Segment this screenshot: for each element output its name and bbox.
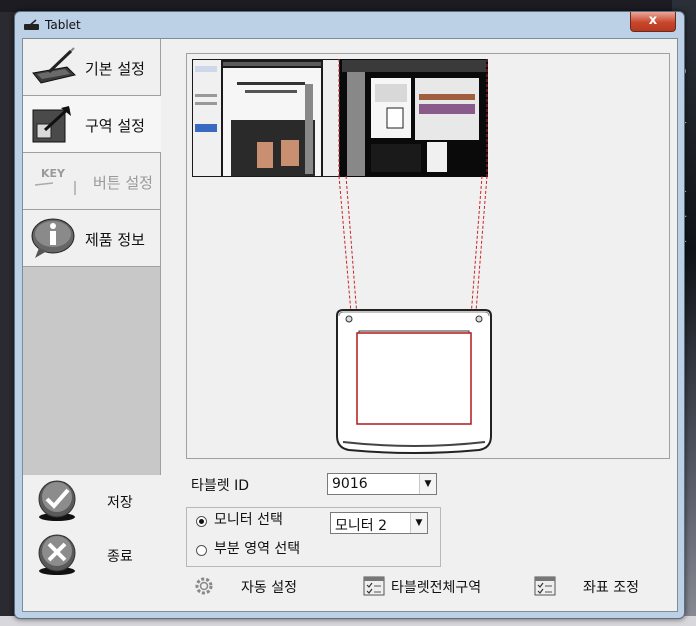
checklist-icon[interactable]	[534, 576, 556, 596]
tablet-pen-icon	[32, 47, 76, 84]
monitor-2-thumbnail	[340, 59, 488, 177]
partial-area-label[interactable]: 부분 영역 선택	[214, 538, 300, 558]
sidebar-item-area-settings[interactable]: 구역 설정	[23, 96, 161, 153]
info-bubble-icon	[31, 218, 75, 258]
close-button[interactable]: x	[630, 12, 676, 32]
title-bar[interactable]: Tablet x	[15, 12, 684, 38]
chevron-down-icon[interactable]: ▼	[410, 513, 427, 533]
tablet-id-dropdown[interactable]: 9016 ▼	[327, 473, 437, 495]
sidebar-item-label: 버튼 설정	[93, 174, 153, 192]
monitor-select-label[interactable]: 모니터 선택	[214, 509, 283, 529]
checklist-icon[interactable]	[363, 576, 385, 596]
sidebar-item-button-settings: KEY 버튼 설정	[23, 153, 160, 210]
save-check-icon[interactable]	[35, 479, 79, 523]
save-button[interactable]: 저장	[107, 492, 133, 512]
sidebar-item-basic-settings[interactable]: 기본 설정	[23, 39, 160, 96]
sidebar-item-product-info[interactable]: 제품 정보	[23, 210, 160, 267]
sidebar-item-label: 제품 정보	[85, 231, 145, 249]
tablet-settings-window: Tablet x 기본 설정 구역 설정 KEY 버튼 설정 제품 정보 저장 …	[14, 11, 685, 619]
monitor-value: 모니터 2	[335, 518, 387, 534]
area-arrow-icon	[32, 106, 71, 143]
partial-area-radio[interactable]	[196, 545, 207, 556]
sidebar-item-label: 기본 설정	[85, 60, 145, 78]
area-preview-panel	[186, 53, 670, 459]
window-title: Tablet	[45, 18, 81, 32]
full-area-button[interactable]: 타블렛전체구역	[391, 577, 481, 597]
monitor-select-radio[interactable]	[196, 516, 207, 527]
sidebar: 기본 설정 구역 설정 KEY 버튼 설정 제품 정보	[23, 39, 161, 475]
tablet-app-icon	[24, 19, 39, 30]
tablet-id-value: 9016	[332, 476, 368, 492]
tablet-graphic	[336, 309, 492, 454]
chevron-down-icon[interactable]: ▼	[419, 474, 436, 494]
monitor-tablet-mapping	[192, 59, 492, 454]
monitor-dropdown[interactable]: 모니터 2 ▼	[330, 512, 428, 534]
active-area-rect	[356, 332, 472, 425]
exit-button[interactable]: 종료	[107, 546, 133, 566]
svg-text:KEY: KEY	[41, 167, 66, 180]
monitor-1-thumbnail	[192, 59, 340, 177]
exit-x-icon[interactable]	[35, 533, 79, 577]
auto-setup-button[interactable]: 자동 설정	[241, 577, 297, 597]
key-icon: KEY	[34, 167, 76, 195]
gear-icon[interactable]	[193, 576, 215, 596]
coord-adjust-button[interactable]: 좌표 조정	[583, 577, 639, 597]
selection-mode-group: 모니터 선택 모니터 2 ▼ 부분 영역 선택	[186, 507, 441, 567]
client-area: 기본 설정 구역 설정 KEY 버튼 설정 제품 정보 저장 종료 타블렛 ID…	[22, 38, 678, 612]
sidebar-item-label: 구역 설정	[85, 117, 145, 135]
tablet-id-label: 타블렛 ID	[191, 478, 249, 494]
